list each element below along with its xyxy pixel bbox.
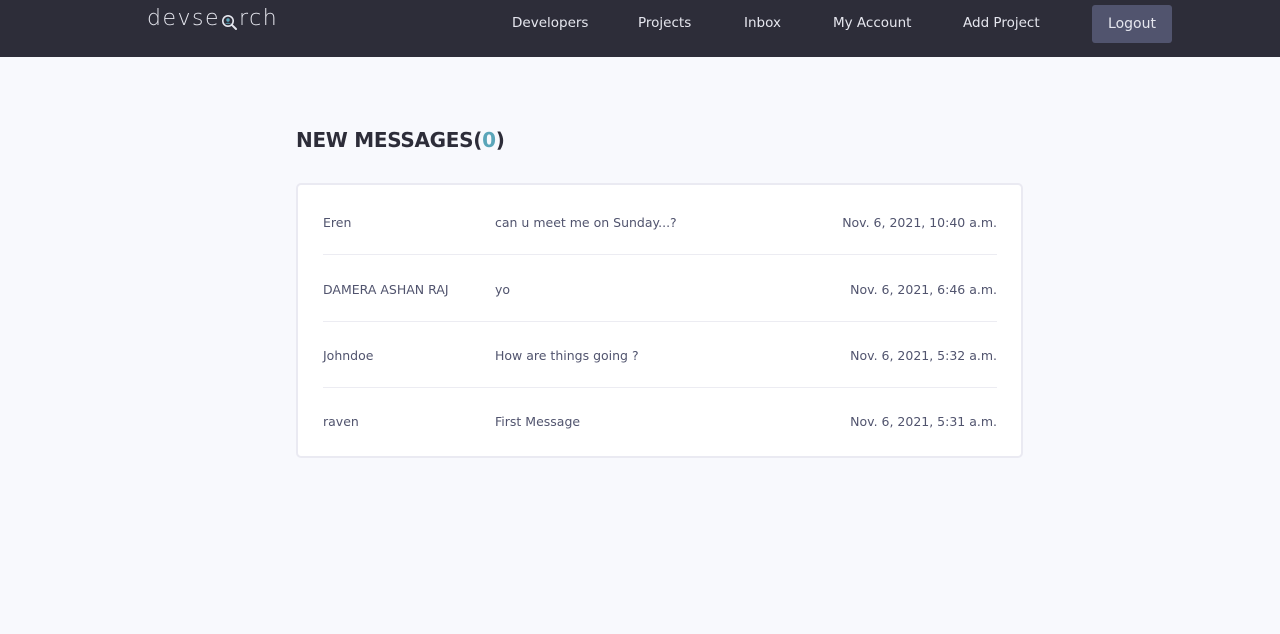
- message-sender: Johndoe: [323, 348, 374, 363]
- message-date: Nov. 6, 2021, 5:31 a.m.: [850, 414, 997, 429]
- message-date: Nov. 6, 2021, 10:40 a.m.: [842, 215, 997, 230]
- nav-my-account[interactable]: My Account: [833, 15, 911, 31]
- new-messages-count: 0: [482, 128, 496, 152]
- message-subject: First Message: [495, 414, 581, 429]
- nav-add-project[interactable]: Add Project: [963, 15, 1040, 31]
- message-sender: raven: [323, 414, 359, 429]
- message-sender: Eren: [323, 215, 352, 230]
- message-row[interactable]: DAMERA ASHAN RAJ yo Nov. 6, 2021, 6:46 a…: [323, 256, 997, 322]
- page-title: NEW MESSAGES(0): [296, 128, 505, 152]
- message-subject: How are things going ?: [495, 348, 639, 363]
- nav-projects[interactable]: Projects: [638, 15, 691, 31]
- message-sender: DAMERA ASHAN RAJ: [323, 282, 449, 297]
- message-date: Nov. 6, 2021, 6:46 a.m.: [850, 282, 997, 297]
- message-subject: can u meet me on Sunday...?: [495, 215, 677, 230]
- messages-list: Eren can u meet me on Sunday...? Nov. 6,…: [296, 183, 1023, 458]
- message-date: Nov. 6, 2021, 5:32 a.m.: [850, 348, 997, 363]
- message-row[interactable]: raven First Message Nov. 6, 2021, 5:31 a…: [323, 388, 997, 454]
- message-row[interactable]: Johndoe How are things going ? Nov. 6, 2…: [323, 322, 997, 388]
- logout-button[interactable]: Logout: [1092, 5, 1172, 43]
- nav-developers[interactable]: Developers: [512, 15, 588, 31]
- message-subject: yo: [495, 282, 511, 297]
- nav-inbox[interactable]: Inbox: [744, 15, 781, 31]
- page-title-text: NEW MESSAGES(: [296, 128, 483, 152]
- main-nav: Developers Projects Inbox My Account Add…: [0, 0, 1280, 57]
- top-navbar: devse rch Developers Projects Inbox My A…: [0, 0, 1280, 57]
- page-title-close: ): [495, 128, 505, 152]
- message-row[interactable]: Eren can u meet me on Sunday...? Nov. 6,…: [323, 189, 997, 255]
